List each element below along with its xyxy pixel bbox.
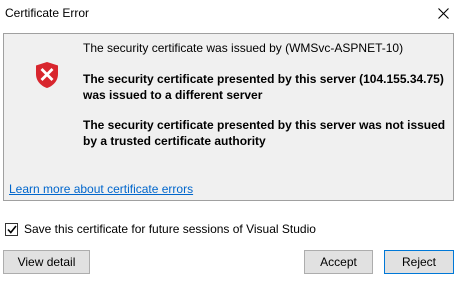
reject-button[interactable]: Reject (384, 250, 454, 274)
save-certificate-label: Save this certificate for future session… (24, 222, 316, 236)
shield-error-icon (36, 62, 58, 88)
checkmark-icon (6, 225, 17, 234)
issuer-text: The security certificate was issued by (… (83, 41, 404, 55)
title-bar: Certificate Error (0, 0, 460, 26)
error-text-2-line-1: The security certificate presented by th… (83, 118, 446, 132)
error-panel: The security certificate was issued by (… (3, 33, 454, 201)
view-detail-button[interactable]: View detail (3, 250, 90, 274)
error-text-2-line-2: by a trusted certificate authority (83, 134, 266, 148)
accept-button[interactable]: Accept (304, 250, 373, 274)
learn-more-link[interactable]: Learn more about certificate errors (9, 182, 193, 196)
error-text-1-line-1: The security certificate presented by th… (83, 72, 444, 86)
close-button[interactable] (426, 0, 460, 26)
close-icon (437, 7, 449, 19)
save-certificate-checkbox[interactable] (5, 222, 18, 236)
window-title: Certificate Error (5, 6, 90, 20)
save-certificate-option[interactable]: Save this certificate for future session… (5, 221, 316, 237)
error-text-1-line-2: was issued to a different server (83, 88, 263, 102)
